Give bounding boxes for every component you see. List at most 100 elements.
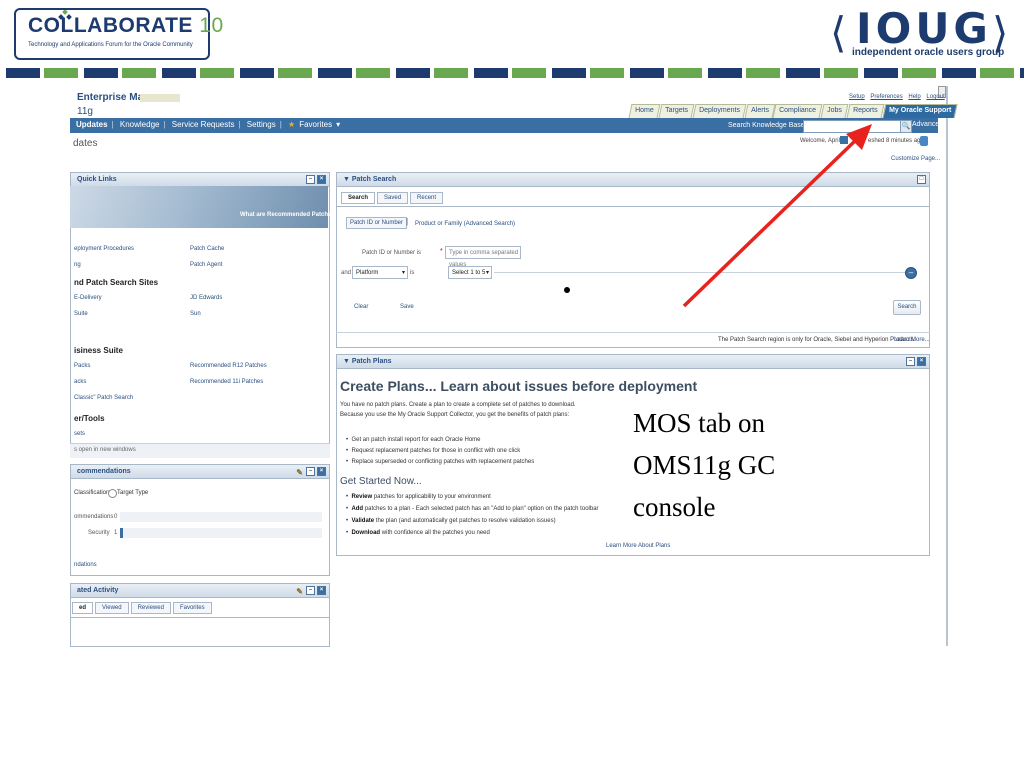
quick-link[interactable]: Packs <box>74 363 90 369</box>
recommendations-count: 0 <box>114 514 118 520</box>
quick-link[interactable]: sets <box>74 431 85 437</box>
benefit-item: • Get an patch install report for each O… <box>346 437 481 443</box>
mode-patch-id[interactable]: Patch ID or Number <box>346 217 408 229</box>
help-link[interactable]: Help <box>908 94 920 100</box>
preferences-link[interactable]: Preferences <box>870 94 902 100</box>
header-stripe <box>0 68 1024 78</box>
setup-link[interactable]: Setup <box>849 94 865 100</box>
quick-link[interactable]: acks <box>74 379 86 385</box>
platform-select[interactable]: Platform ▾ <box>352 266 408 279</box>
tab-favorites[interactable]: Favorites <box>172 602 212 614</box>
patch-plans-intro: Because you use the My Oracle Support Co… <box>340 412 570 418</box>
mode-separator: | <box>406 217 409 226</box>
close-icon[interactable]: × <box>317 586 326 595</box>
quick-link[interactable]: ng <box>74 262 81 268</box>
edit-icon[interactable]: ✎ <box>296 466 303 479</box>
tab-targets[interactable]: Targets <box>658 104 695 118</box>
quick-link[interactable]: E-Delivery <box>74 295 102 301</box>
quick-link[interactable]: JD Edwards <box>190 295 222 301</box>
quick-link[interactable]: Classic" Patch Search <box>74 395 133 401</box>
tab-my-oracle-support[interactable]: My Oracle Support <box>882 104 958 118</box>
nav-settings[interactable]: Settings <box>247 120 276 129</box>
nav-knowledge[interactable]: Knowledge <box>120 120 160 129</box>
search-icon[interactable]: 🔍 <box>900 120 912 133</box>
quick-link[interactable]: Recommended R12 Patches <box>190 363 267 369</box>
platform-value-select[interactable]: Select 1 to 5 ▾ <box>448 266 492 279</box>
minimize-icon[interactable]: – <box>906 357 915 366</box>
patch-search-note: The Patch Search region is only for Orac… <box>718 337 916 343</box>
quick-link[interactable]: Sun <box>190 311 201 317</box>
tab-compliance[interactable]: Compliance <box>772 104 823 118</box>
tab-viewed[interactable]: Viewed <box>95 602 129 614</box>
tab-jobs[interactable]: Jobs <box>820 104 849 118</box>
tab-home[interactable]: Home <box>628 104 661 118</box>
stripe-segment <box>786 68 820 78</box>
tab-reviewed[interactable]: Reviewed <box>130 602 171 614</box>
stripe-segment <box>980 68 1014 78</box>
classification-option[interactable]: Classification <box>74 490 109 496</box>
edit-icon[interactable]: ✎ <box>296 585 303 598</box>
close-icon[interactable]: × <box>917 357 926 366</box>
recommendations-footer-link[interactable]: ndations <box>74 562 97 568</box>
tab-alerts[interactable]: Alerts <box>744 104 775 118</box>
save-button[interactable]: Save <box>400 304 414 310</box>
step-item: • Validate the plan (and automatically g… <box>346 518 556 524</box>
close-icon[interactable]: × <box>317 467 326 476</box>
learn-more-plans-link[interactable]: Learn More About Plans <box>606 543 670 549</box>
quick-links-section-heading: nd Patch Search Sites <box>74 278 159 287</box>
nav-service-requests[interactable]: Service Requests <box>172 120 235 129</box>
collaborate-subtitle: Technology and Applications Forum for th… <box>28 42 193 48</box>
stripe-segment <box>512 68 546 78</box>
quick-link[interactable]: Patch Cache <box>190 246 224 252</box>
advanced-search-link[interactable]: Advanced <box>912 121 943 128</box>
quick-links-section-heading: er/Tools <box>74 414 105 423</box>
maximize-icon[interactable]: □ <box>917 175 926 184</box>
quick-links-section-heading: isiness Suite <box>74 346 123 355</box>
tab-recent[interactable]: Recent <box>410 192 444 204</box>
tab-reports[interactable]: Reports <box>846 104 885 118</box>
patch-id-input[interactable]: Type in comma separated values <box>445 246 521 268</box>
caption-line: MOS tab on <box>633 408 766 438</box>
radio-target-type[interactable] <box>108 489 117 498</box>
learn-more-link[interactable]: Learn More... <box>894 337 930 343</box>
stripe-segment <box>708 68 742 78</box>
page-title: dates <box>73 138 98 149</box>
stripe-segment <box>396 68 430 78</box>
remove-filter-icon[interactable]: – <box>905 267 917 279</box>
clear-button[interactable]: Clear <box>354 304 368 310</box>
main-tabs: Home Targets Deployments Alerts Complian… <box>628 104 958 118</box>
ioug-subtitle: independent oracle users group <box>852 47 1005 58</box>
close-icon[interactable]: × <box>317 175 326 184</box>
quick-links-footer-text: s open in new windows <box>74 447 136 453</box>
nav-favorites[interactable]: Favorites ▾ <box>299 120 344 129</box>
tab-activity-first[interactable]: ed <box>72 602 94 614</box>
stripe-segment <box>474 68 508 78</box>
stripe-segment <box>552 68 586 78</box>
minimize-icon[interactable]: – <box>306 175 315 184</box>
stripe-segment <box>84 68 118 78</box>
quick-link[interactable]: Recommended 11i Patches <box>190 379 263 385</box>
refresh-icon[interactable] <box>920 136 928 146</box>
minimize-icon[interactable]: – <box>306 467 315 476</box>
patch-plans-header: ▼ Patch Plans – × <box>337 355 929 369</box>
stripe-segment <box>590 68 624 78</box>
quick-link[interactable]: Suite <box>74 311 88 317</box>
banner-text: What are Recommended Patches? <box>240 212 339 218</box>
minimize-icon[interactable]: – <box>306 586 315 595</box>
logout-link[interactable]: Logout <box>926 94 944 100</box>
quick-link[interactable]: Patch Agent <box>190 262 222 268</box>
quick-link[interactable]: eployment Procedures <box>74 246 134 252</box>
stripe-segment <box>356 68 390 78</box>
stripe-segment <box>200 68 234 78</box>
mode-product-family[interactable]: Product or Family (Advanced Search) <box>415 221 515 227</box>
stripe-segment <box>278 68 312 78</box>
tab-search[interactable]: Search <box>341 192 376 204</box>
nav-updates[interactable]: Updates <box>76 120 108 129</box>
red-arrow-icon <box>682 124 872 308</box>
recommended-patches-banner[interactable] <box>70 186 328 228</box>
step-item: • Review patches for applicability to yo… <box>346 494 491 500</box>
tab-saved[interactable]: Saved <box>377 192 409 204</box>
collaborate-title: COLLABORATE 10 <box>28 14 224 37</box>
caption-line: OMS11g GC <box>633 450 776 480</box>
tab-deployments[interactable]: Deployments <box>692 104 747 118</box>
